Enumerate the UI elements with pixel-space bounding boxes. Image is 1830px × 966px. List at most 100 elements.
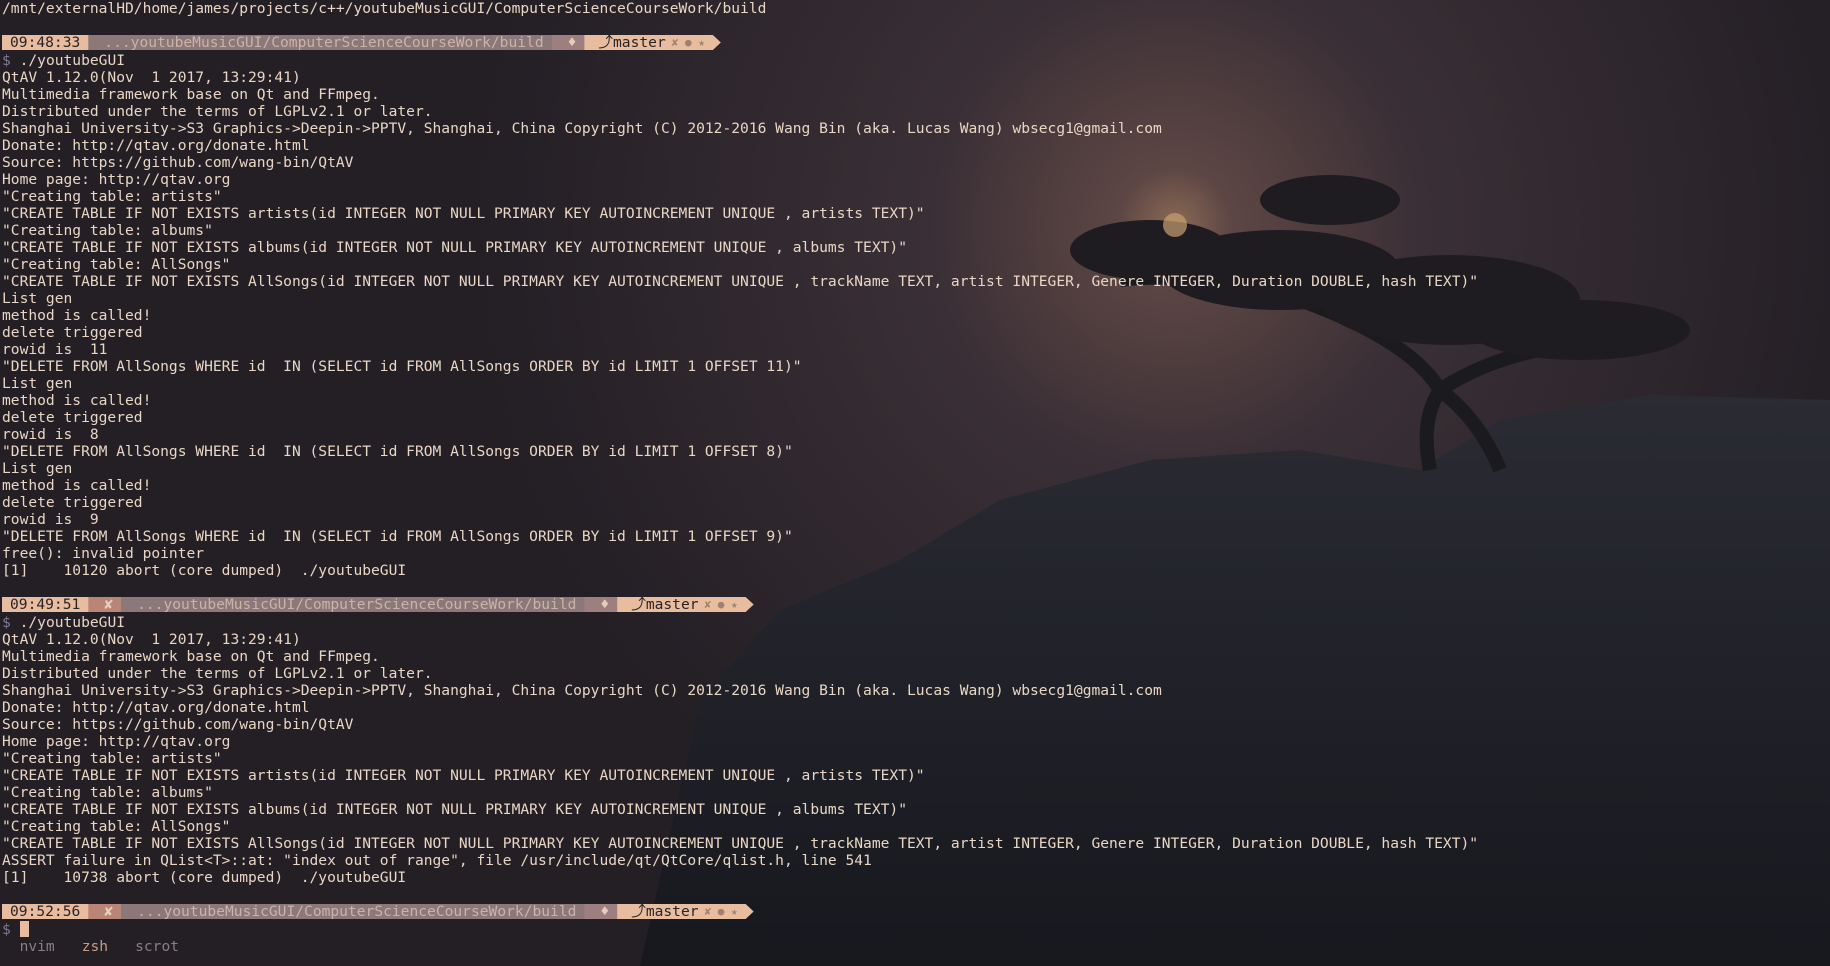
git-branch-name: master: [645, 903, 699, 920]
terminal-line: "Creating table: AllSongs": [2, 256, 1478, 273]
terminal-line: rowid is 9: [2, 511, 1478, 528]
prompt-symbol: $: [2, 614, 11, 631]
terminal-line: [1] 10738 abort (core dumped) ./youtubeG…: [2, 869, 1478, 886]
git-status-icons: ✘ ● ★: [671, 36, 705, 49]
prompt-symbol: $: [2, 921, 11, 938]
output-line: "CREATE TABLE IF NOT EXISTS artists(id I…: [2, 767, 925, 784]
tmux-window-tab[interactable]: zsh: [82, 938, 108, 955]
terminal-line: "CREATE TABLE IF NOT EXISTS AllSongs(id …: [2, 835, 1478, 852]
output-line: "DELETE FROM AllSongs WHERE id IN (SELEC…: [2, 358, 802, 375]
terminal-line: "CREATE TABLE IF NOT EXISTS albums(id IN…: [2, 801, 1478, 818]
terminal-line: Multimedia framework base on Qt and FFmp…: [2, 648, 1478, 665]
output-line: "CREATE TABLE IF NOT EXISTS AllSongs(id …: [2, 835, 1479, 852]
git-branch-icon: ⤴: [598, 34, 614, 51]
output-line: Donate: http://qtav.org/donate.html: [2, 137, 310, 154]
cursor: [19, 921, 29, 937]
terminal-line: Distributed under the terms of LGPLv2.1 …: [2, 103, 1478, 120]
output-line: Distributed under the terms of LGPLv2.1 …: [2, 103, 433, 120]
output-line: Shanghai University->S3 Graphics->Deepin…: [2, 120, 1162, 137]
git-status-icons: ✘ ● ★: [704, 598, 738, 611]
prompt-time: 09:49:51: [2, 597, 96, 612]
terminal-line: Source: https://github.com/wang-bin/QtAV: [2, 716, 1478, 733]
output-line: "Creating table: albums": [2, 784, 213, 801]
terminal-line: "Creating table: albums": [2, 222, 1478, 239]
terminal-line: List gen: [2, 460, 1478, 477]
output-line: [1] 10738 abort (core dumped) ./youtubeG…: [2, 869, 407, 886]
output-line: method is called!: [2, 477, 152, 494]
terminal-line: "CREATE TABLE IF NOT EXISTS AllSongs(id …: [2, 273, 1478, 290]
terminal-line: free(): invalid pointer: [2, 545, 1478, 562]
prompt-path: ...youtubeMusicGUI/ComputerScienceCourse…: [121, 904, 592, 919]
output-line: QtAV 1.12.0(Nov 1 2017, 13:29:41): [2, 69, 301, 86]
output-line: Shanghai University->S3 Graphics->Deepin…: [2, 682, 1162, 699]
terminal-line: List gen: [2, 375, 1478, 392]
output-line: List gen: [2, 290, 73, 307]
output-line: "Creating table: artists": [2, 188, 222, 205]
prompt-time: 09:52:56: [2, 904, 96, 919]
output-line: method is called!: [2, 307, 152, 324]
cwd-line: /mnt/externalHD/home/james/projects/c++/…: [2, 0, 767, 17]
terminal-line: method is called!: [2, 477, 1478, 494]
output-line: Source: https://github.com/wang-bin/QtAV: [2, 716, 354, 733]
prompt-bar: 09:52:56 ✘ ...youtubeMusicGUI/ComputerScie…: [2, 904, 1478, 919]
terminal-line: "Creating table: artists": [2, 750, 1478, 767]
output-line: "CREATE TABLE IF NOT EXISTS artists(id I…: [2, 205, 925, 222]
terminal-line: 09:49:51 ✘ ...youtubeMusicGUI/ComputerScie…: [2, 597, 1478, 614]
terminal-line: QtAV 1.12.0(Nov 1 2017, 13:29:41): [2, 631, 1478, 648]
prompt-path: ...youtubeMusicGUI/ComputerScienceCourse…: [121, 597, 592, 612]
terminal-line: Shanghai University->S3 Graphics->Deepin…: [2, 120, 1478, 137]
output-line: "CREATE TABLE IF NOT EXISTS albums(id IN…: [2, 801, 907, 818]
tmux-window-tab[interactable]: nvim: [20, 938, 55, 955]
output-line: "Creating table: AllSongs": [2, 256, 231, 273]
git-branch-name: master: [613, 34, 666, 51]
output-line: delete triggered: [2, 494, 143, 511]
terminal-line: $ ./youtubeGUI: [2, 52, 1478, 69]
prompt-bar: 09:48:33 ...youtubeMusicGUI/ComputerScien…: [2, 35, 1478, 50]
git-branch-segment: ⤴ master ✘ ● ★: [584, 35, 720, 50]
output-line: "DELETE FROM AllSongs WHERE id IN (SELEC…: [2, 443, 793, 460]
output-line: rowid is 8: [2, 426, 99, 443]
prompt-path: ...youtubeMusicGUI/ComputerScienceCourse…: [88, 35, 559, 50]
output-line: Home page: http://qtav.org: [2, 171, 231, 188]
output-line: "CREATE TABLE IF NOT EXISTS albums(id IN…: [2, 239, 907, 256]
output-line: "Creating table: AllSongs": [2, 818, 231, 835]
command-text: ./youtubeGUI: [19, 52, 126, 69]
terminal-line: "Creating table: artists": [2, 188, 1478, 205]
terminal-line: $: [2, 921, 1478, 938]
terminal-line: method is called!: [2, 392, 1478, 409]
git-branch-icon: ⤴: [631, 903, 646, 920]
terminal-line: 09:52:56 ✘ ...youtubeMusicGUI/ComputerScie…: [2, 904, 1478, 921]
terminal-line: Home page: http://qtav.org: [2, 733, 1478, 750]
terminal-line: Home page: http://qtav.org: [2, 171, 1478, 188]
terminal-line: Distributed under the terms of LGPLv2.1 …: [2, 665, 1478, 682]
git-branch-name: master: [645, 596, 699, 613]
terminal-line: method is called!: [2, 307, 1478, 324]
output-line: "CREATE TABLE IF NOT EXISTS AllSongs(id …: [2, 273, 1479, 290]
terminal-line: rowid is 11: [2, 341, 1478, 358]
prompt-time: 09:48:33: [2, 35, 96, 50]
terminal-line: "DELETE FROM AllSongs WHERE id IN (SELEC…: [2, 443, 1478, 460]
output-line: Home page: http://qtav.org: [2, 733, 231, 750]
git-branch-icon: ⤴: [631, 596, 646, 613]
output-line: free(): invalid pointer: [2, 545, 205, 562]
terminal-line: "CREATE TABLE IF NOT EXISTS artists(id I…: [2, 767, 1478, 784]
terminal[interactable]: /mnt/externalHD/home/james/projects/c++/…: [2, 0, 1478, 955]
output-line: "Creating table: artists": [2, 750, 222, 767]
terminal-line: "CREATE TABLE IF NOT EXISTS albums(id IN…: [2, 239, 1478, 256]
output-line: method is called!: [2, 392, 152, 409]
terminal-line: 09:48:33 ...youtubeMusicGUI/ComputerScien…: [2, 35, 1478, 52]
output-line: "Creating table: albums": [2, 222, 213, 239]
output-line: delete triggered: [2, 409, 143, 426]
output-line: Multimedia framework base on Qt and FFmp…: [2, 648, 380, 665]
git-branch-segment: ⤴ master ✘ ● ★: [617, 904, 753, 919]
output-line: Distributed under the terms of LGPLv2.1 …: [2, 665, 433, 682]
command-text: ./youtubeGUI: [19, 614, 126, 631]
terminal-line: Multimedia framework base on Qt and FFmp…: [2, 86, 1478, 103]
output-line: [1] 10120 abort (core dumped) ./youtubeG…: [2, 562, 407, 579]
terminal-line: "CREATE TABLE IF NOT EXISTS artists(id I…: [2, 205, 1478, 222]
terminal-line: $ ./youtubeGUI: [2, 614, 1478, 631]
terminal-line: QtAV 1.12.0(Nov 1 2017, 13:29:41): [2, 69, 1478, 86]
tmux-window-tab[interactable]: scrot: [135, 938, 179, 955]
prompt-bar: 09:49:51 ✘ ...youtubeMusicGUI/ComputerScie…: [2, 597, 1478, 612]
